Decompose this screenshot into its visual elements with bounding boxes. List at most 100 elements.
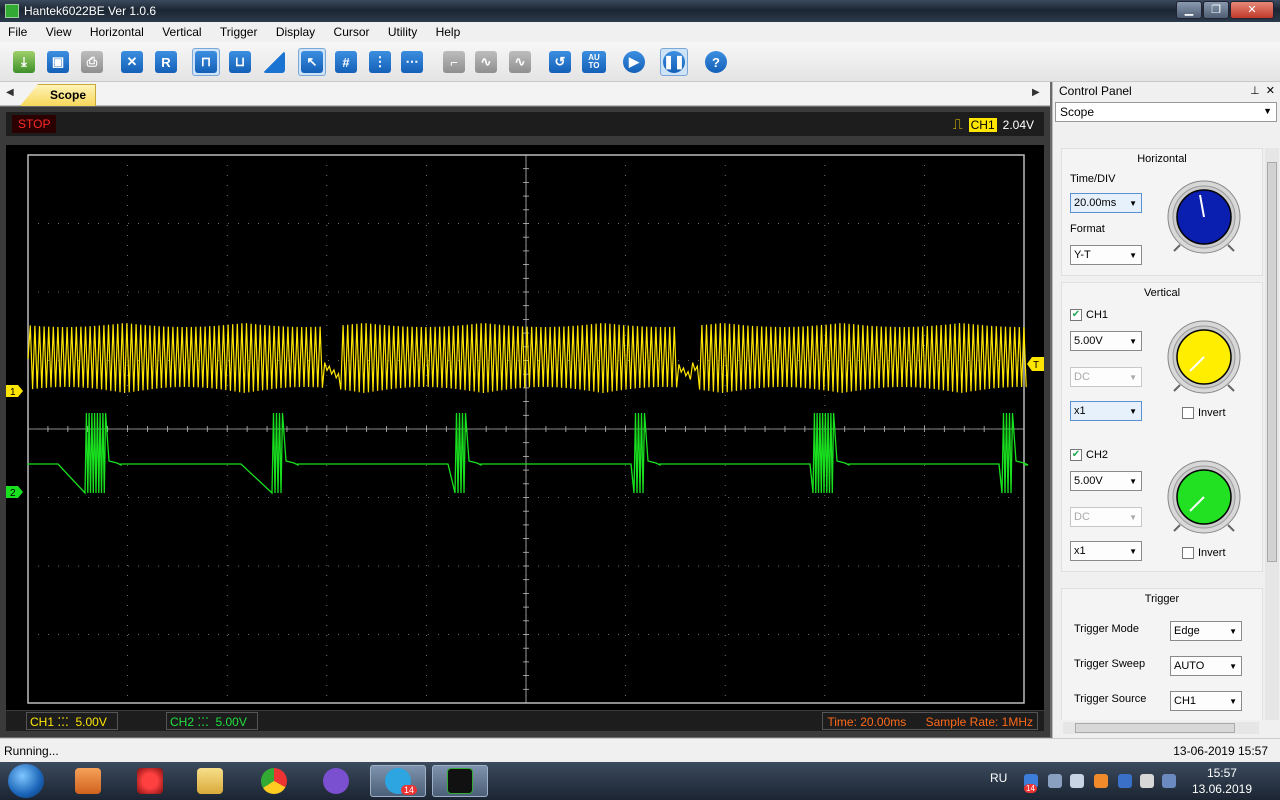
folder-icon xyxy=(197,768,223,794)
vertical-cursor-button[interactable]: ⋮ xyxy=(366,48,394,76)
pause-button[interactable]: ❚❚ xyxy=(660,48,688,76)
menu-utility[interactable]: Utility xyxy=(380,22,424,39)
close-panel-icon[interactable]: ✕ xyxy=(1266,85,1275,97)
menu-cursor[interactable]: Cursor xyxy=(326,22,377,39)
ch2-label: CH2 xyxy=(1086,449,1109,461)
scope-display[interactable]: 1 2 T xyxy=(6,145,1044,710)
reference-button[interactable]: R xyxy=(152,48,180,76)
ch1-probe-select[interactable]: x1 ▼ xyxy=(1070,401,1142,421)
step-button[interactable]: ⌐ xyxy=(440,48,468,76)
trigger-level-marker[interactable]: T xyxy=(1027,357,1044,371)
ch2-volts-knob[interactable] xyxy=(1166,459,1242,535)
control-panel-scroll: Horizontal Time/DIV 20.00ms ▼ Format Y-T ▼… xyxy=(1055,148,1279,736)
refresh-button[interactable]: ↺ xyxy=(546,48,574,76)
tray-signal-icon[interactable] xyxy=(1140,774,1154,788)
menu-horizontal[interactable]: Horizontal xyxy=(82,22,151,39)
taskbar-telegram[interactable]: 14 xyxy=(370,765,426,797)
trigger-source-select[interactable]: CH1 ▼ xyxy=(1170,691,1242,711)
taskbar-hantek[interactable] xyxy=(432,765,488,797)
run-button[interactable]: ▶ xyxy=(620,48,648,76)
time-div-knob[interactable] xyxy=(1166,179,1242,255)
trigger-section: Trigger Trigger Mode Edge ▼ Trigger Sweep… xyxy=(1061,588,1263,720)
taskbar: 14 RU 14 15:57 13.06.2019 xyxy=(0,762,1280,800)
ch1-coupling-select[interactable]: DC ▼ xyxy=(1070,367,1142,387)
time-div-select[interactable]: 20.00ms ▼ xyxy=(1070,193,1142,213)
save-button[interactable]: ▣ xyxy=(44,48,72,76)
ch2-volts-select[interactable]: 5.00V ▼ xyxy=(1070,471,1142,491)
pulse-button[interactable]: ⊔ xyxy=(226,48,254,76)
square-wave-icon: ⊓ xyxy=(195,51,217,73)
help-button[interactable]: ? xyxy=(702,48,730,76)
taskbar-viber[interactable] xyxy=(308,765,364,797)
ch1-volts-knob[interactable] xyxy=(1166,319,1242,395)
open-folder-icon: ⤓ xyxy=(13,51,35,73)
tray-clock[interactable]: 15:57 13.06.2019 xyxy=(1192,765,1252,797)
menu-bar: File View Horizontal Vertical Trigger Di… xyxy=(0,22,1280,42)
ch1-volts-select[interactable]: 5.00V ▼ xyxy=(1070,331,1142,351)
control-panel-vertical-scrollbar[interactable] xyxy=(1265,148,1279,720)
ch1-marker[interactable]: 1 xyxy=(6,385,23,398)
start-button[interactable] xyxy=(8,764,44,798)
ch1-label: CH1 xyxy=(1086,309,1109,321)
ch2-invert-label: Invert xyxy=(1198,547,1226,559)
measure-button[interactable]: ✕ xyxy=(118,48,146,76)
sine-button[interactable]: ∿ xyxy=(506,48,534,76)
menu-help[interactable]: Help xyxy=(428,22,468,39)
taskbar-explorer[interactable] xyxy=(182,765,238,797)
menu-display[interactable]: Display xyxy=(268,22,322,39)
ch1-invert-checkbox[interactable] xyxy=(1182,407,1194,419)
ch2-probe-select[interactable]: x1 ▼ xyxy=(1070,541,1142,561)
clock-date: 13.06.2019 xyxy=(1191,782,1252,796)
tab-scroll-left-icon[interactable]: ◀ xyxy=(6,87,14,98)
ch2-marker[interactable]: 2 xyxy=(6,486,23,499)
svg-text:T: T xyxy=(1033,360,1039,371)
ch2-coupling-select[interactable]: DC ▼ xyxy=(1070,507,1142,527)
cursor-select-button[interactable]: ↖ xyxy=(298,48,326,76)
menu-view[interactable]: View xyxy=(38,22,79,39)
scope-screen[interactable]: 1 2 T xyxy=(6,145,1044,710)
vertical-title: Vertical xyxy=(1143,287,1181,299)
menu-vertical[interactable]: Vertical xyxy=(154,22,208,39)
scope-info-strip: CH1 ⁚⁚⁚ 5.00V CH2 ⁚⁚⁚ 5.00V Time: 20.00m… xyxy=(6,711,1044,731)
auto-button[interactable]: AU TO xyxy=(580,48,608,76)
square-wave-button[interactable]: ⊓ xyxy=(192,48,220,76)
trigger-sweep-label: Trigger Sweep xyxy=(1074,658,1146,670)
horizontal-cursor-button[interactable]: ⋯ xyxy=(398,48,426,76)
tray-language[interactable]: RU xyxy=(990,771,1007,785)
menu-trigger[interactable]: Trigger xyxy=(212,22,265,39)
tray-fox-icon[interactable] xyxy=(1094,774,1108,788)
panel-selector[interactable]: Scope ▼ xyxy=(1055,102,1277,122)
pin-icon[interactable]: ⊥ xyxy=(1250,85,1260,97)
tab-scroll-right-icon[interactable]: ▶ xyxy=(1032,87,1040,98)
auto-icon: AU TO xyxy=(582,51,606,73)
control-panel-horizontal-scrollbar[interactable] xyxy=(1063,722,1259,734)
taskbar-media-player[interactable] xyxy=(60,765,116,797)
horizontal-title: Horizontal xyxy=(1137,153,1187,165)
ch1-checkbox[interactable]: ✔ xyxy=(1070,309,1082,321)
minimize-button[interactable]: ▁ xyxy=(1176,1,1202,19)
pulse-icon: ⊔ xyxy=(229,51,251,73)
open-button[interactable]: ⤓ xyxy=(10,48,38,76)
reference-icon: R xyxy=(155,51,177,73)
wave-button[interactable]: ∿ xyxy=(472,48,500,76)
trigger-mode-select[interactable]: Edge ▼ xyxy=(1170,621,1242,641)
tray-keyboard-icon[interactable] xyxy=(1162,774,1176,788)
grid-button[interactable]: # xyxy=(332,48,360,76)
close-button[interactable]: ✕ xyxy=(1230,1,1274,19)
menu-file[interactable]: File xyxy=(0,22,34,39)
ch2-checkbox[interactable]: ✔ xyxy=(1070,449,1082,461)
printer-icon: ⎙ xyxy=(81,51,103,73)
trigger-sweep-select[interactable]: AUTO ▼ xyxy=(1170,656,1242,676)
taskbar-chrome[interactable] xyxy=(246,765,302,797)
tab-strip: ◀ Scope ▶ xyxy=(0,82,1050,106)
tray-volume-icon[interactable] xyxy=(1070,774,1084,788)
format-select[interactable]: Y-T ▼ xyxy=(1070,245,1142,265)
print-button[interactable]: ⎙ xyxy=(78,48,106,76)
ch2-invert-checkbox[interactable] xyxy=(1182,547,1194,559)
ramp-button[interactable] xyxy=(260,48,288,76)
tab-scope[interactable]: Scope xyxy=(20,84,96,106)
taskbar-antivirus[interactable] xyxy=(122,765,178,797)
tray-bluetooth-icon[interactable] xyxy=(1118,774,1132,788)
maximize-button[interactable]: ❐ xyxy=(1203,1,1229,19)
tray-network-settings-icon[interactable] xyxy=(1048,774,1062,788)
